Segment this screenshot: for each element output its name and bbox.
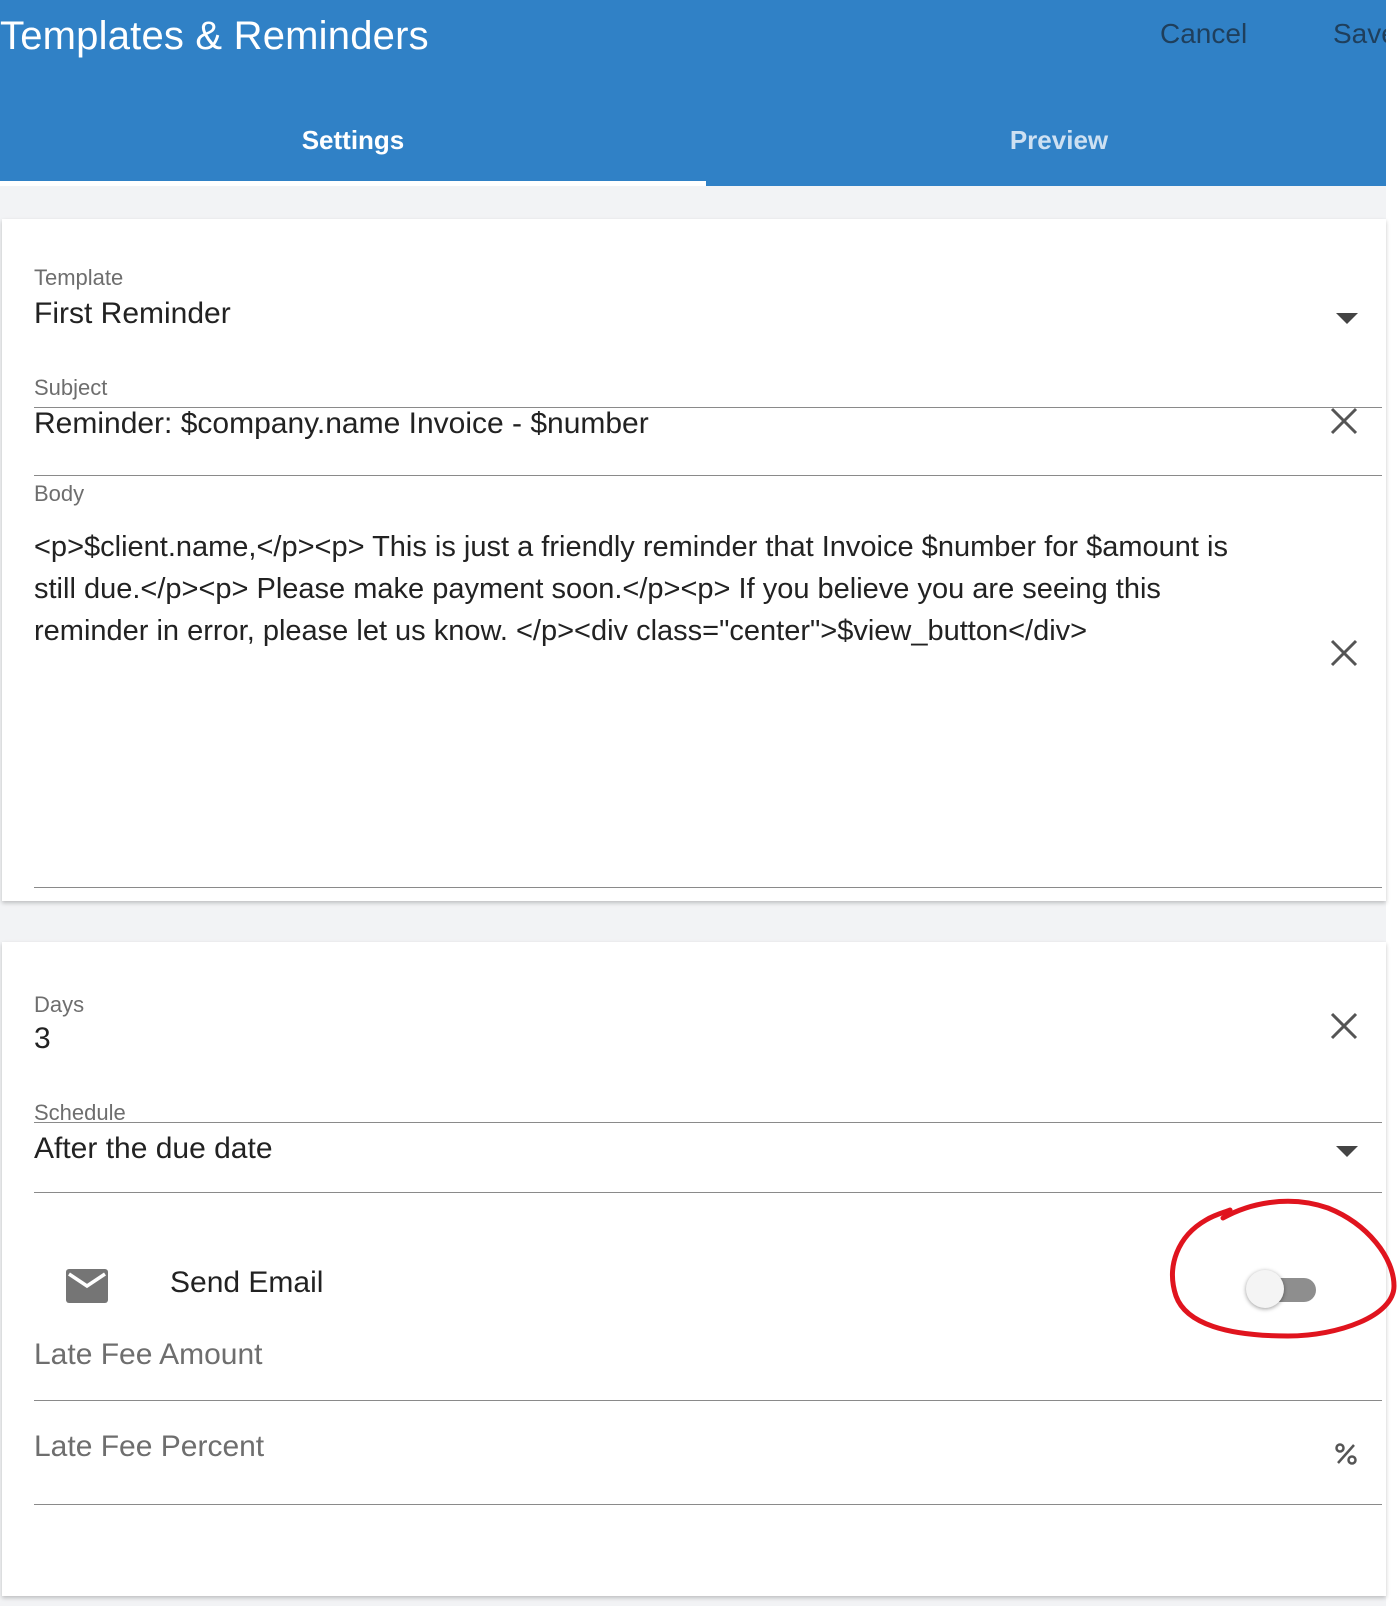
email-icon [66,1269,108,1303]
schedule-label: Schedule [34,1100,126,1125]
body-value[interactable]: <p>$client.name,</p><p> This is just a f… [34,526,1254,652]
late-fee-percent-field[interactable]: Late Fee Percent [34,1404,1382,1505]
arrow-drop-down-icon[interactable] [1336,1146,1358,1158]
send-email-toggle[interactable] [1246,1266,1320,1310]
save-button[interactable]: Save [1333,18,1386,50]
clear-icon[interactable] [1330,407,1358,435]
app-bar: Templates & Reminders Cancel Save Settin… [0,0,1386,186]
late-fee-percent-placeholder: Late Fee Percent [34,1430,265,1463]
clear-icon[interactable] [1330,639,1358,667]
tab-settings-label: Settings [301,125,405,155]
body-label: Body [34,481,85,506]
tab-preview[interactable]: Preview [706,104,1400,186]
arrow-drop-down-icon[interactable] [1336,313,1358,325]
send-email-label: Send Email [170,1266,324,1299]
late-fee-amount-placeholder: Late Fee Amount [34,1338,263,1371]
schedule-value: After the due date [34,1132,273,1165]
template-value: First Reminder [34,297,231,330]
body-field[interactable]: Body <p>$client.name,</p><p> This is jus… [34,481,1382,888]
late-fee-amount-field[interactable]: Late Fee Amount [34,1328,1382,1401]
schedule-select[interactable]: Schedule After the due date [34,1082,1382,1193]
tab-active-indicator [0,181,706,186]
template-card: Template First Reminder Subject Reminder… [2,219,1386,901]
page-title: Templates & Reminders [0,14,429,58]
cancel-button[interactable]: Cancel [1160,18,1247,50]
toggle-thumb [1246,1270,1284,1308]
window-edge [1386,0,1400,1606]
days-value[interactable]: 3 [34,1022,51,1056]
subject-label: Subject [34,375,108,400]
days-label: Days [34,992,85,1017]
percent-icon [1335,1443,1357,1465]
tab-preview-label: Preview [1009,125,1109,155]
template-label: Template [34,265,124,290]
clear-icon[interactable] [1330,1012,1358,1040]
tab-settings[interactable]: Settings [0,104,706,186]
subject-value[interactable]: Reminder: $company.name Invoice - $numbe… [34,407,649,441]
subject-field[interactable]: Subject Reminder: $company.name Invoice … [34,371,1382,476]
